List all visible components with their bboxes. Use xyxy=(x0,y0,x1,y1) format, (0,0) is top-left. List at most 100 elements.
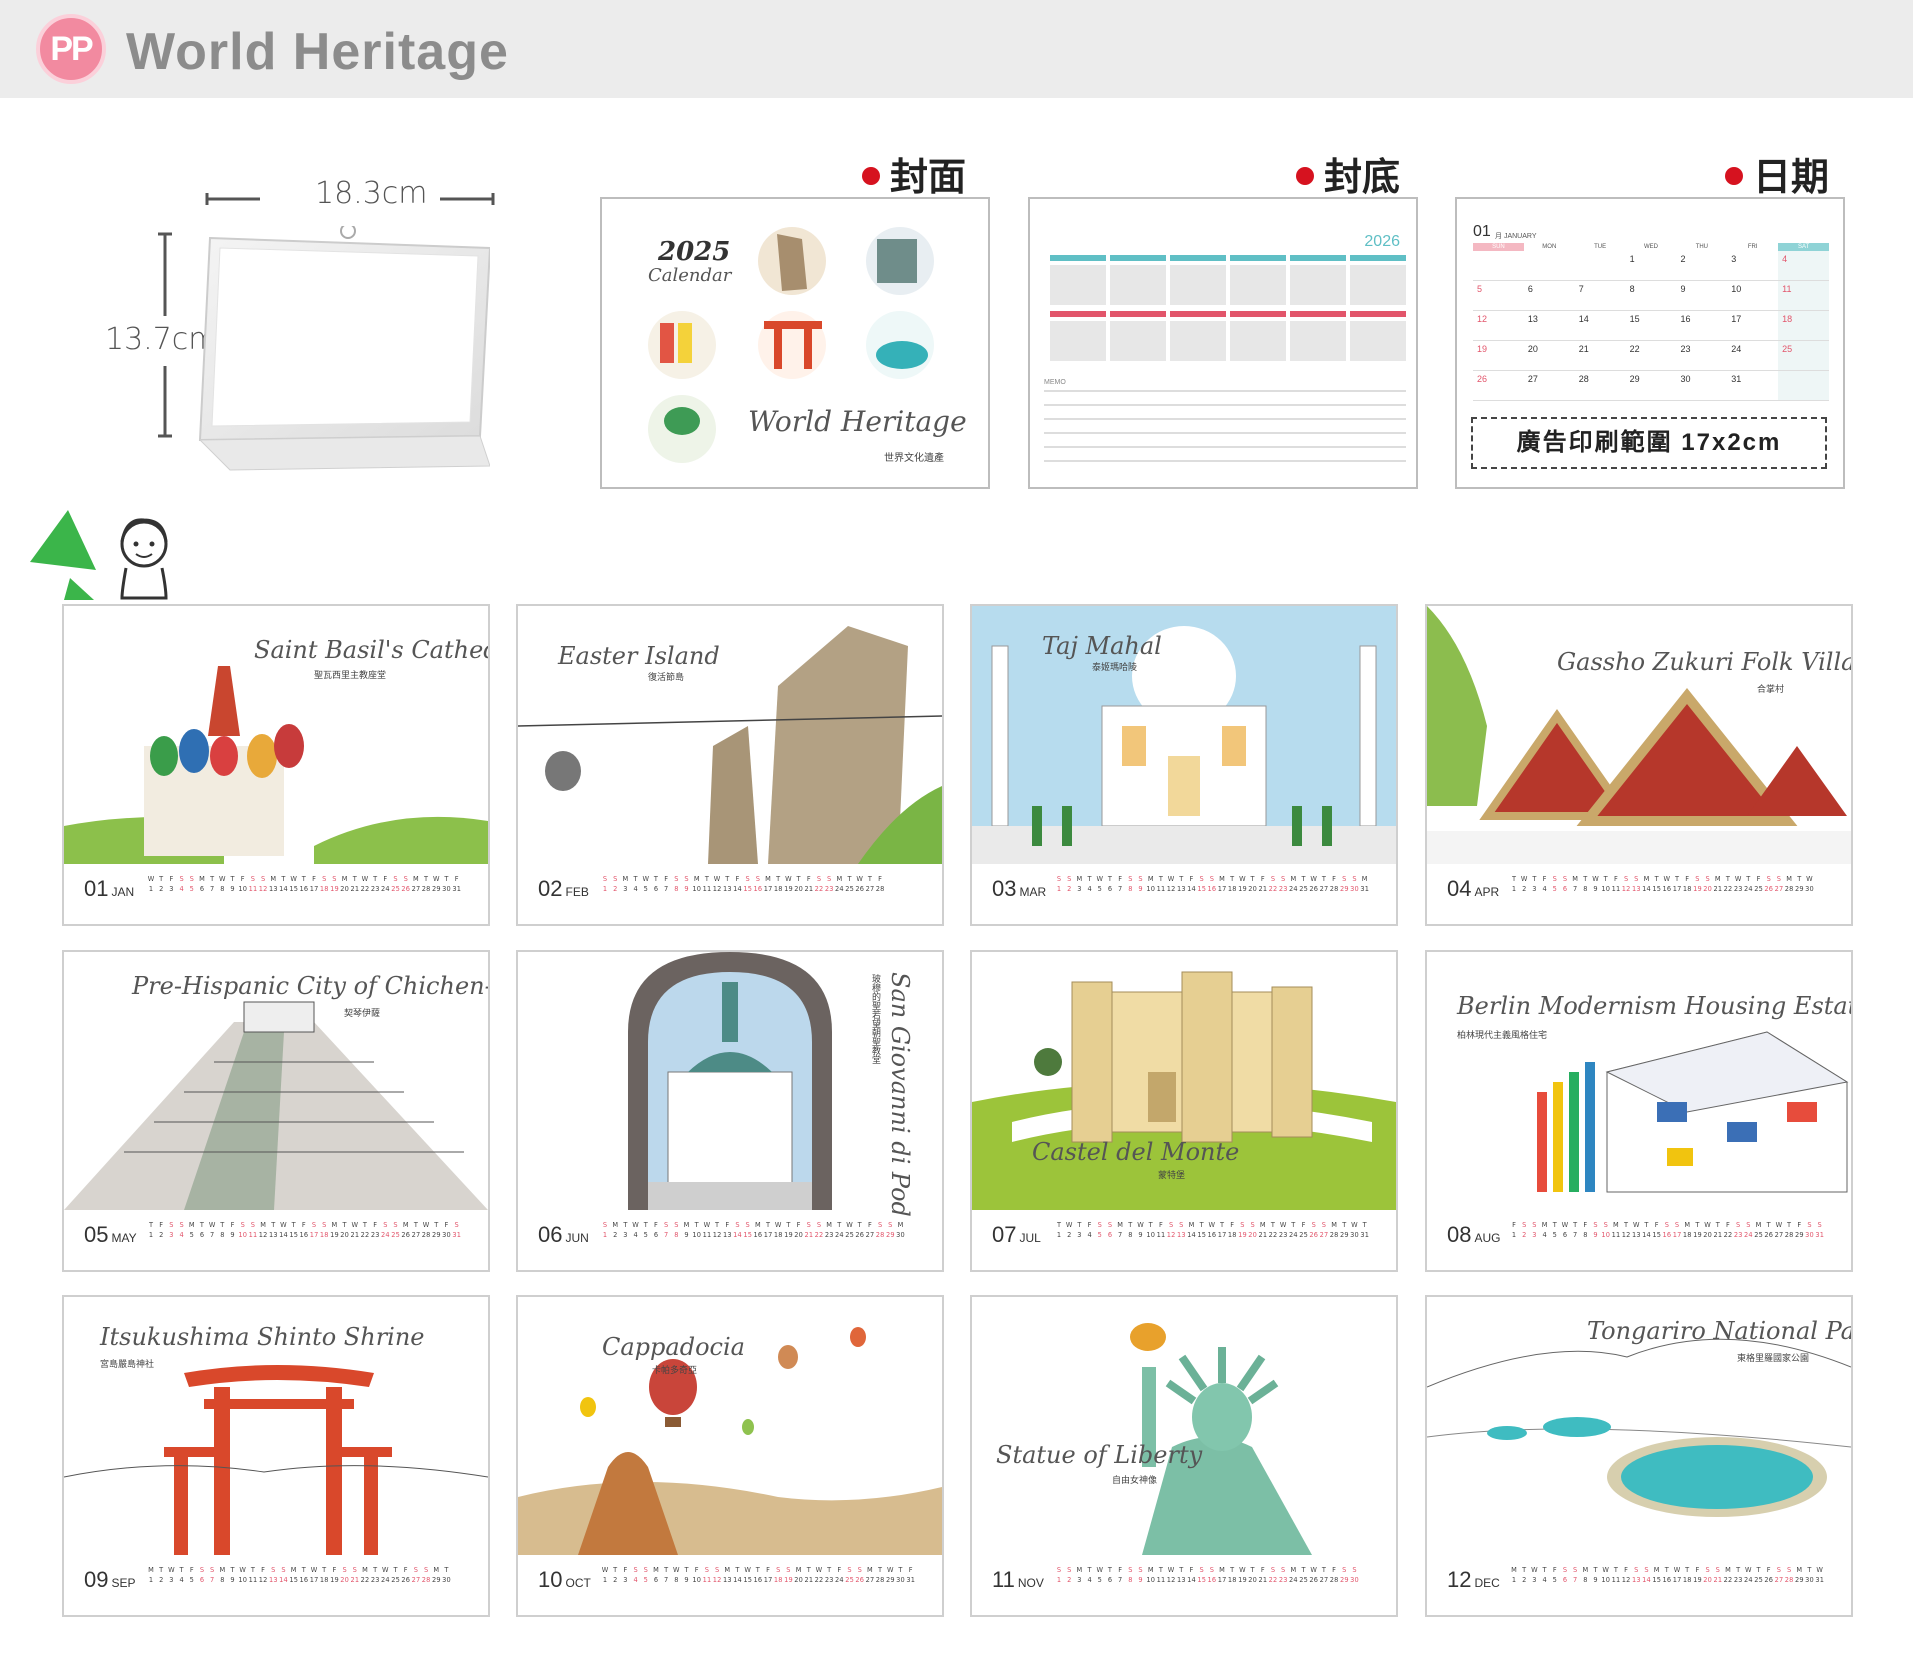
weekday-label: SUN xyxy=(1473,243,1524,251)
month-script-title: Pre-Hispanic City of Chichen-Itza xyxy=(132,972,488,1000)
month-card-may[interactable]: Pre-Hispanic City of Chichen-Itza 契琴伊薩 05… xyxy=(62,950,490,1272)
date-page-preview: 01 月 JANUARY SUN MON TUE WED THU FRI SAT 1 2 3 4 5 6… xyxy=(1455,197,1845,489)
brand-title: World Heritage xyxy=(126,23,509,81)
month-number: 02 FEB xyxy=(538,876,589,901)
brand-logo: PP xyxy=(36,14,106,84)
month-script-title: Saint Basil's Cathedral xyxy=(254,636,488,664)
month-card-dec[interactable]: Tongariro National Park 東格里羅國家公園 12 DEC MT… xyxy=(1425,1295,1853,1617)
weekday-label: MON xyxy=(1542,244,1557,250)
month-illustration xyxy=(1427,952,1851,1210)
back-cover-preview: 2026 MEMO xyxy=(1028,197,1418,489)
month-illustration xyxy=(972,1297,1396,1555)
header-bar: PP World Heritage xyxy=(0,0,1913,98)
date-cell: 13 xyxy=(1523,311,1575,341)
month-cn-title: 東格里羅國家公園 xyxy=(1737,1353,1810,1363)
red-dot-icon xyxy=(862,166,880,185)
date-cell: 2 xyxy=(1676,251,1728,281)
cover-preview: 2025 Calendar World Heritage 世界文化遺產 xyxy=(600,197,990,489)
month-card-apr[interactable]: Gassho Zukuri Folk Village 合掌村 04 APR TWTF… xyxy=(1425,604,1853,926)
cover-script-title: World Heritage xyxy=(748,405,967,438)
month-card-jun[interactable]: San Giovanni di Pod 玻穆的聖若望朝聖教堂 06 JUN SMTW… xyxy=(516,950,944,1272)
date-cell xyxy=(1574,251,1626,281)
month-day-strip: SSMTWTFSSMTWTFSSMTWTFSSMTWTFSSM 12345678… xyxy=(1056,875,1370,893)
month-cn-title: 卡帕多奇亞 xyxy=(652,1365,698,1375)
month-card-jul[interactable]: Castel del Monte 蒙特堡 07 JUL TWTFSSMTWTFSSM… xyxy=(970,950,1398,1272)
month-card-oct[interactable]: Cappadocia 卡帕多奇亞 10 OCT WTFSSMTWTFSSMTWTFS… xyxy=(516,1295,944,1617)
month-script-title: Cappadocia xyxy=(602,1333,745,1361)
month-day-strip: TFSSMTWTFSSMTWTFSSMTWTFSSMTWTFS 12345678… xyxy=(148,1221,462,1239)
month-cn-title: 自由女神像 xyxy=(1112,1475,1158,1485)
month-day-strip: MTWTFSSMTWTFSSMTWTFSSMTWTFSSMTW 12345678… xyxy=(1511,1566,1825,1584)
date-cell: 20 xyxy=(1523,341,1575,371)
month-script-title: Gassho Zukuri Folk Village xyxy=(1557,648,1853,676)
weekday-label: FRI xyxy=(1747,244,1758,250)
date-cell: 19 xyxy=(1473,341,1524,371)
month-number: 04 APR xyxy=(1447,876,1500,901)
month-number: 06 JUN xyxy=(538,1222,589,1247)
month-script-title: Castel del Monte xyxy=(1032,1138,1240,1166)
date-month-label: 月 JANUARY xyxy=(1495,233,1537,240)
month-cn-title: 契琴伊薩 xyxy=(344,1008,381,1018)
month-abbr: MAY xyxy=(111,1231,137,1245)
date-cell: 15 xyxy=(1625,311,1677,341)
month-card-aug[interactable]: Berlin Modernism Housing Estates 柏林現代主義風格… xyxy=(1425,950,1853,1272)
month-cn-title: 宮島嚴島神社 xyxy=(100,1359,155,1369)
date-cell: 17 xyxy=(1727,311,1779,341)
date-cell: 9 xyxy=(1676,281,1728,311)
date-grid: SUN MON TUE WED THU FRI SAT 1 2 3 4 5 6 7 8 9 10 11 12 13 14… xyxy=(1473,243,1830,401)
month-abbr: DEC xyxy=(1474,1576,1500,1590)
month-number: 10 OCT xyxy=(538,1567,591,1592)
month-cn-title: 玻穆的聖若望朝聖教堂 xyxy=(871,974,881,1064)
month-number: 03 MAR xyxy=(992,876,1047,901)
cover-preview-title: 封面 xyxy=(862,146,966,201)
month-script-title: Berlin Modernism Housing Estates xyxy=(1457,992,1853,1020)
acrylic-stand-illustration xyxy=(198,226,490,471)
date-cell: 7 xyxy=(1574,281,1626,311)
month-abbr: FEB xyxy=(565,885,589,899)
month-card-feb[interactable]: Easter Island 復活節島 02 FEB SSMTWTFSSMTWTFSS… xyxy=(516,604,944,926)
cover-cn-title: 世界文化遺產 xyxy=(884,453,944,464)
weekday-label: TUE xyxy=(1594,244,1607,250)
month-number: 09 SEP xyxy=(84,1567,136,1592)
memo-label: MEMO xyxy=(1044,379,1066,386)
date-cell: 10 xyxy=(1727,281,1779,311)
date-cell: 12 xyxy=(1473,311,1524,341)
date-cell: 23 xyxy=(1676,341,1728,371)
date-cell: 4 xyxy=(1778,251,1830,281)
date-month-num: 01 xyxy=(1473,223,1491,240)
month-script-title: Taj Mahal xyxy=(1042,632,1162,660)
month-day-strip: SMTWTFSSMTWTFSSMTWTFSSMTWTFSSM 123456789… xyxy=(602,1221,905,1239)
month-abbr: APR xyxy=(1474,885,1500,899)
month-abbr: MAR xyxy=(1019,885,1047,899)
month-day-strip: FSSMTWTFSSMTWTFSSMTWTFSSMTWTFSS 12345678… xyxy=(1511,1221,1825,1239)
month-script-title: San Giovanni di Pod xyxy=(886,972,914,1217)
month-card-jan[interactable]: Saint Basil's Cathedral 聖瓦西里主教座堂 01JAN WT… xyxy=(62,604,490,926)
month-day-strip: SSMTWTFSSMTWTFSSMTWTFSSMTWTF 1 2 3 4 5 6 7 8 9 10… xyxy=(602,875,885,893)
month-illustration xyxy=(972,606,1396,864)
month-card-mar[interactable]: Taj Mahal 泰姬瑪哈陵 03 MAR SSMTWTFSSMTWTFSSMTW… xyxy=(970,604,1398,926)
month-day-strip: SSMTWTFSSMTWTFSSMTWTFSSMTWTFSS 123456789… xyxy=(1056,1566,1359,1584)
back-preview-title: 封底 xyxy=(1296,146,1400,201)
date-cell: 6 xyxy=(1523,281,1575,311)
month-abbr: JAN xyxy=(111,885,135,899)
date-cell: 1 xyxy=(1625,251,1677,281)
weekday-label: WED xyxy=(1644,244,1658,250)
date-cell: 8 xyxy=(1625,281,1677,311)
month-day-strip: TWTFSSMTWTFSSMTWTFSSMTWTFSSMTW 123456789… xyxy=(1511,875,1814,893)
date-cell: 28 xyxy=(1574,371,1626,401)
month-cn-title: 蒙特堡 xyxy=(1158,1170,1186,1180)
month-day-strip: MTWTFSSMTWTFSSMTWTFSSMTWTFSSMT 123456789… xyxy=(148,1566,451,1584)
month-card-sep[interactable]: Itsukushima Shinto Shrine 宮島嚴島神社 09 SEP MT… xyxy=(62,1295,490,1617)
month-number: 05 MAY xyxy=(84,1222,137,1247)
date-cell: 27 xyxy=(1523,371,1575,401)
date-cell: 21 xyxy=(1574,341,1626,371)
month-script-title: Itsukushima Shinto Shrine xyxy=(100,1323,425,1351)
month-illustration xyxy=(1427,606,1851,864)
red-dot-icon xyxy=(1296,166,1314,185)
month-card-nov[interactable]: Statue of Liberty 自由女神像 11 NOV SSMTWTFSSMT… xyxy=(970,1295,1398,1617)
month-script-title: Tongariro National Park xyxy=(1587,1317,1853,1345)
date-cell: 22 xyxy=(1625,341,1677,371)
date-cell: 11 xyxy=(1778,281,1830,311)
month-day-strip: WTFSSMTWTFSSMTWTFSSMTWTFSSMTWTF 12345678… xyxy=(601,1566,916,1584)
weekday-label: SAT xyxy=(1778,243,1830,251)
